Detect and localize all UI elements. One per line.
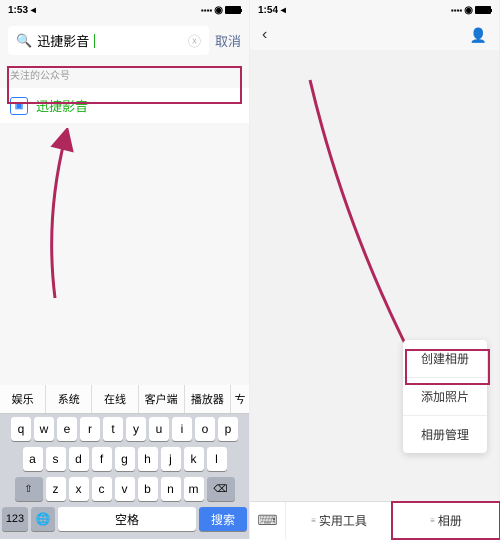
key-n[interactable]: n bbox=[161, 477, 181, 501]
content-area bbox=[0, 123, 249, 385]
key-shift[interactable]: ⇧ bbox=[15, 477, 43, 501]
keyboard: 娱乐 系统 在线 客户端 播放器 ㄘ q w e r t y u i o p a… bbox=[0, 385, 249, 539]
key-d[interactable]: d bbox=[69, 447, 89, 471]
wifi-icon: ⁠◉ bbox=[214, 5, 223, 16]
key-row-bottom: 123 🌐 空格 搜索 bbox=[0, 504, 249, 539]
bottom-menu-label: 实用工具 bbox=[319, 512, 367, 529]
annotation-highlight bbox=[391, 501, 500, 540]
suggestion-item[interactable]: 娱乐 bbox=[0, 385, 46, 413]
key-o[interactable]: o bbox=[195, 417, 215, 441]
key-numbers[interactable]: 123 bbox=[2, 507, 28, 531]
key-k[interactable]: k bbox=[184, 447, 204, 471]
profile-icon[interactable]: 👤 bbox=[470, 27, 487, 44]
bottom-bar: ⌨ ≡ 实用工具 ≡ 相册 bbox=[250, 501, 499, 539]
menu-indicator-icon: ≡ bbox=[311, 516, 316, 525]
key-a[interactable]: a bbox=[23, 447, 43, 471]
key-w[interactable]: w bbox=[34, 417, 54, 441]
key-c[interactable]: c bbox=[92, 477, 112, 501]
key-h[interactable]: h bbox=[138, 447, 158, 471]
battery-icon bbox=[225, 6, 241, 14]
menu-manage-album[interactable]: 相册管理 bbox=[403, 416, 487, 453]
status-time: 1:53 ◂ bbox=[8, 5, 36, 16]
key-q[interactable]: q bbox=[11, 417, 31, 441]
text-cursor bbox=[94, 34, 95, 48]
nav-bar: ‹ 👤 bbox=[250, 20, 499, 50]
key-y[interactable]: y bbox=[126, 417, 146, 441]
annotation-highlight bbox=[7, 66, 242, 104]
back-icon[interactable]: ‹ bbox=[262, 26, 267, 44]
wifi-icon: ⁠◉ bbox=[464, 5, 473, 16]
key-j[interactable]: j bbox=[161, 447, 181, 471]
key-i[interactable]: i bbox=[172, 417, 192, 441]
search-icon: 🔍 bbox=[16, 33, 32, 49]
suggestion-bar: 娱乐 系统 在线 客户端 播放器 ㄘ bbox=[0, 385, 249, 414]
key-s[interactable]: s bbox=[46, 447, 66, 471]
bottom-menu-album[interactable]: ≡ 相册 bbox=[393, 502, 499, 539]
search-bar: 🔍 迅捷影音 ⓧ 取消 bbox=[0, 20, 249, 61]
battery-icon bbox=[475, 6, 491, 14]
key-v[interactable]: v bbox=[115, 477, 135, 501]
keyboard-toggle-icon[interactable]: ⌨ bbox=[250, 502, 286, 539]
status-time: 1:54 ◂ bbox=[258, 5, 286, 16]
key-f[interactable]: f bbox=[92, 447, 112, 471]
key-b[interactable]: b bbox=[138, 477, 158, 501]
key-m[interactable]: m bbox=[184, 477, 204, 501]
key-e[interactable]: e bbox=[57, 417, 77, 441]
key-l[interactable]: l bbox=[207, 447, 227, 471]
suggestion-item[interactable]: 播放器 bbox=[185, 385, 231, 413]
key-row-3: ⇧ z x c v b n m ⌫ bbox=[0, 474, 249, 504]
suggestion-item[interactable]: 系统 bbox=[46, 385, 92, 413]
bottom-menu-tools[interactable]: ≡ 实用工具 bbox=[286, 502, 393, 539]
cancel-button[interactable]: 取消 bbox=[215, 31, 241, 50]
key-z[interactable]: z bbox=[46, 477, 66, 501]
suggestion-item[interactable]: 客户端 bbox=[139, 385, 185, 413]
key-delete[interactable]: ⌫ bbox=[207, 477, 235, 501]
signal-icon: ▪▪▪▪ bbox=[201, 6, 212, 15]
suggestion-item[interactable]: 在线 bbox=[92, 385, 138, 413]
annotation-arrow bbox=[25, 128, 85, 308]
key-p[interactable]: p bbox=[218, 417, 238, 441]
signal-icon: ▪▪▪▪ bbox=[451, 6, 462, 15]
key-row-2: a s d f g h j k l bbox=[0, 444, 249, 474]
suggestion-more[interactable]: ㄘ bbox=[231, 385, 249, 413]
content-area: 创建相册 添加照片 相册管理 bbox=[250, 50, 499, 501]
key-globe[interactable]: 🌐 bbox=[31, 507, 55, 531]
key-search[interactable]: 搜索 bbox=[199, 507, 247, 531]
key-g[interactable]: g bbox=[115, 447, 135, 471]
key-x[interactable]: x bbox=[69, 477, 89, 501]
key-t[interactable]: t bbox=[103, 417, 123, 441]
key-row-1: q w e r t y u i o p bbox=[0, 414, 249, 444]
status-bar: 1:54 ◂ ▪▪▪▪ ⁠◉ bbox=[250, 0, 499, 20]
status-indicators: ▪▪▪▪ ⁠◉ bbox=[201, 5, 241, 16]
search-input-text[interactable]: 迅捷影音 bbox=[37, 31, 89, 50]
clear-icon[interactable]: ⓧ bbox=[188, 31, 201, 50]
status-indicators: ▪▪▪▪ ⁠◉ bbox=[451, 5, 491, 16]
status-bar: 1:53 ◂ ▪▪▪▪ ⁠◉ bbox=[0, 0, 249, 20]
key-space[interactable]: 空格 bbox=[58, 507, 196, 531]
key-u[interactable]: u bbox=[149, 417, 169, 441]
search-box[interactable]: 🔍 迅捷影音 ⓧ bbox=[8, 26, 209, 55]
annotation-highlight bbox=[405, 349, 490, 385]
key-r[interactable]: r bbox=[80, 417, 100, 441]
